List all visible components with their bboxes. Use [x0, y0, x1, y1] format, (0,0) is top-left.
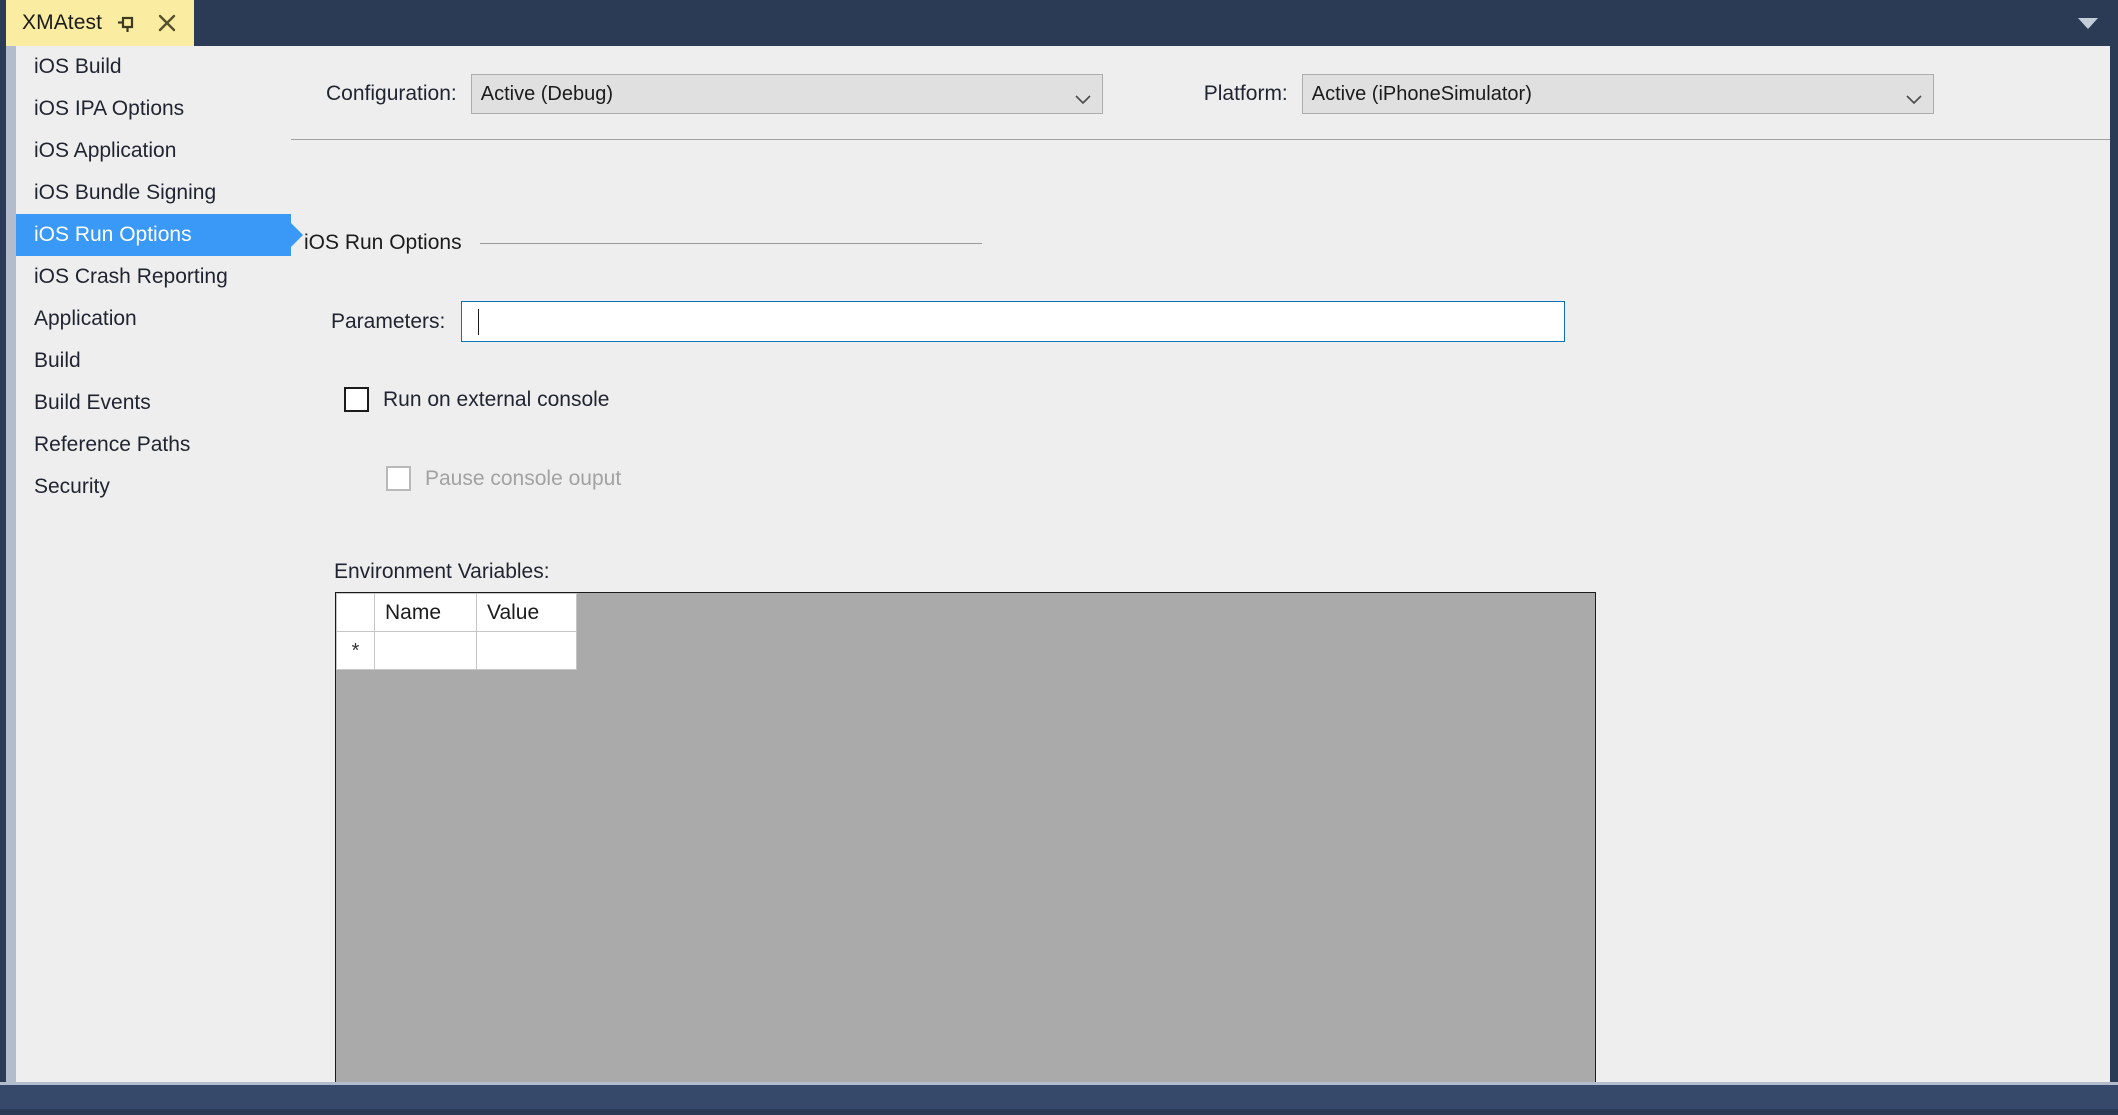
platform-dropdown[interactable]: Active (iPhoneSimulator) — [1302, 74, 1934, 114]
chevron-down-icon — [1905, 88, 1923, 100]
cell-value[interactable] — [477, 632, 577, 670]
group-title: iOS Run Options — [304, 231, 462, 255]
table-header-row: Name Value — [337, 594, 577, 632]
run-on-external-console-checkbox[interactable]: Run on external console — [344, 387, 609, 412]
sidebar-item-label: iOS Bundle Signing — [34, 181, 216, 205]
column-header-value[interactable]: Value — [477, 594, 577, 632]
sidebar-item-ios-application[interactable]: iOS Application — [16, 130, 291, 172]
project-options-panel: iOS Build iOS IPA Options iOS Applicatio… — [16, 46, 2110, 1082]
pin-icon[interactable] — [112, 8, 142, 38]
tab-title: XMAtest — [22, 11, 102, 35]
group-header: iOS Run Options — [304, 231, 1104, 255]
content-area: iOS Build iOS IPA Options iOS Applicatio… — [0, 46, 2118, 1087]
sidebar-item-label: iOS Run Options — [34, 223, 192, 247]
parameters-input[interactable] — [461, 301, 1565, 342]
tab-strip: XMAtest — [0, 0, 2118, 46]
column-header-name[interactable]: Name — [375, 594, 477, 632]
sidebar-item-label: iOS Application — [34, 139, 176, 163]
sidebar-item-ios-bundle-signing[interactable]: iOS Bundle Signing — [16, 172, 291, 214]
configuration-label: Configuration: — [326, 82, 457, 106]
window-bottom-edge — [0, 1109, 2118, 1115]
configuration-value: Active (Debug) — [481, 83, 613, 106]
sidebar-item-label: iOS Build — [34, 55, 122, 79]
sidebar-item-label: iOS Crash Reporting — [34, 265, 228, 289]
sidebar-item-ios-ipa-options[interactable]: iOS IPA Options — [16, 88, 291, 130]
application-window: XMAtest — [0, 0, 2118, 1115]
checkbox-box — [386, 466, 411, 491]
text-caret — [478, 309, 479, 335]
close-icon[interactable] — [152, 8, 182, 38]
sidebar-item-ios-build[interactable]: iOS Build — [16, 46, 291, 88]
cell-name[interactable] — [375, 632, 477, 670]
pause-console-output-checkbox: Pause console ouput — [386, 466, 621, 491]
sidebar-item-build-events[interactable]: Build Events — [16, 382, 291, 424]
table-row[interactable]: * — [337, 632, 577, 670]
checkbox-box — [344, 387, 369, 412]
platform-label: Platform: — [1204, 82, 1288, 106]
run-on-external-console-label: Run on external console — [383, 388, 609, 412]
chevron-down-icon — [1074, 88, 1092, 100]
sidebar-item-build[interactable]: Build — [16, 340, 291, 382]
sidebar-item-reference-paths[interactable]: Reference Paths — [16, 424, 291, 466]
toolbar-divider — [291, 139, 2110, 140]
parameters-label: Parameters: — [331, 310, 445, 334]
column-header-rowselector[interactable] — [337, 594, 375, 632]
sidebar-item-label: Build Events — [34, 391, 151, 415]
group-divider — [480, 243, 982, 244]
sidebar-item-label: Security — [34, 475, 110, 499]
pause-console-output-label: Pause console ouput — [425, 467, 621, 491]
sidebar-item-ios-crash-reporting[interactable]: iOS Crash Reporting — [16, 256, 291, 298]
environment-variables-grid[interactable]: Name Value * — [335, 592, 1596, 1082]
sidebar-item-ios-run-options[interactable]: iOS Run Options — [16, 214, 291, 256]
configuration-dropdown[interactable]: Active (Debug) — [471, 74, 1103, 114]
sidebar-item-label: Build — [34, 349, 81, 373]
window-chevron-down-icon[interactable] — [2076, 14, 2100, 32]
new-row-marker: * — [337, 632, 375, 670]
sidebar-item-application[interactable]: Application — [16, 298, 291, 340]
panel-left-strip — [6, 46, 16, 1087]
sidebar-item-label: Application — [34, 307, 137, 331]
status-bar — [0, 1085, 2118, 1109]
parameters-row: Parameters: — [291, 301, 1565, 342]
platform-value: Active (iPhoneSimulator) — [1312, 83, 1532, 106]
environment-variables-table: Name Value * — [336, 593, 577, 670]
environment-variables-label: Environment Variables: — [334, 560, 550, 584]
options-sidebar: iOS Build iOS IPA Options iOS Applicatio… — [16, 46, 291, 1082]
sidebar-item-security[interactable]: Security — [16, 466, 291, 508]
sidebar-item-label: iOS IPA Options — [34, 97, 184, 121]
configuration-platform-row: Configuration: Active (Debug) Platform: … — [326, 70, 2110, 118]
sidebar-item-label: Reference Paths — [34, 433, 190, 457]
tab-xmatest[interactable]: XMAtest — [6, 0, 194, 46]
options-main-pane: Configuration: Active (Debug) Platform: … — [291, 46, 2110, 1082]
